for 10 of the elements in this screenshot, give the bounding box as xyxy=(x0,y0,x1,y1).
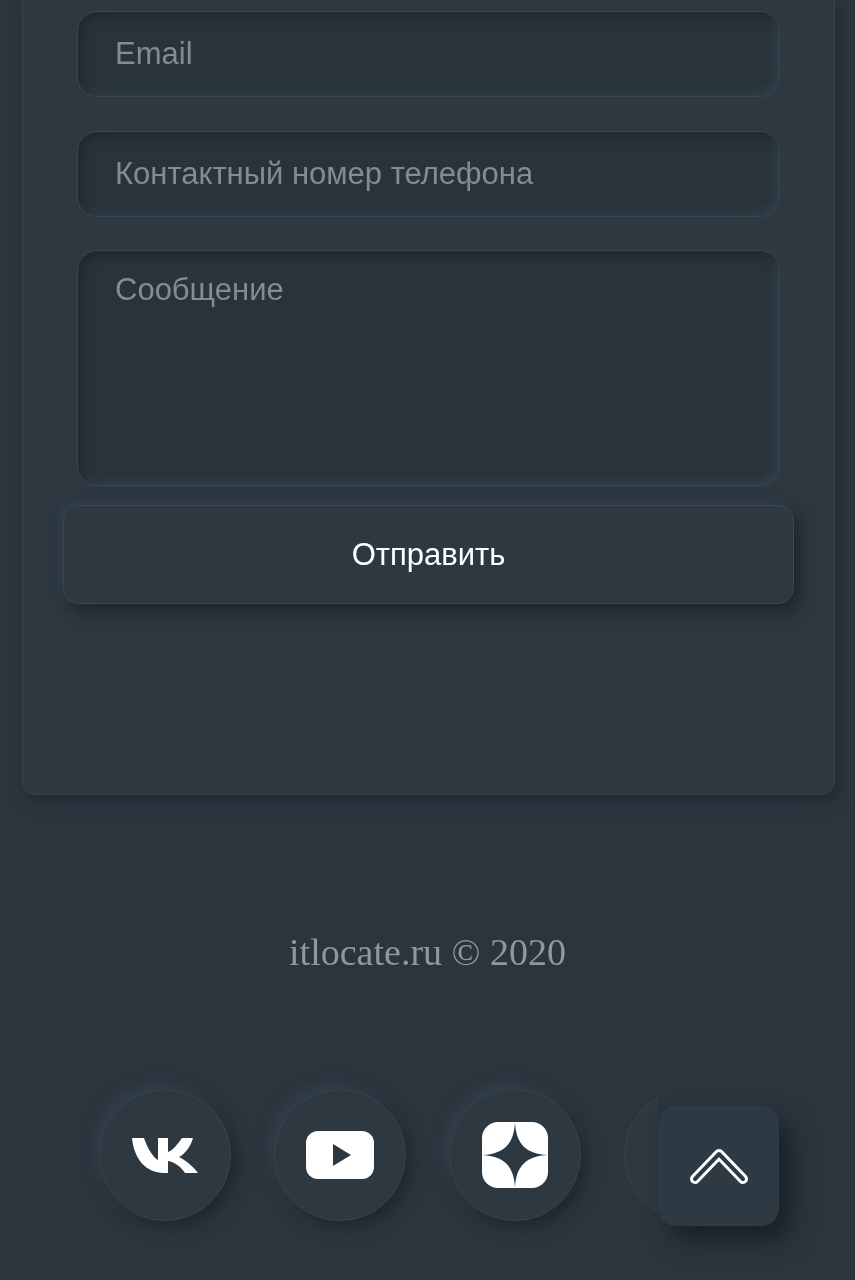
input-field[interactable]: Email xyxy=(77,11,780,97)
chevron-up-icon xyxy=(689,1148,748,1184)
four-point-star-icon xyxy=(482,1122,548,1188)
scroll-top-button[interactable] xyxy=(658,1106,779,1226)
vk-logo-icon xyxy=(131,1135,199,1175)
submit-button[interactable]: Отправить xyxy=(63,505,794,604)
copyright-text: itlocate.ru © 2020 xyxy=(289,930,566,975)
play-icon xyxy=(306,1131,374,1179)
input-field[interactable]: Контактный номер телефона xyxy=(77,131,780,217)
message-field[interactable]: Сообщение xyxy=(77,250,780,486)
